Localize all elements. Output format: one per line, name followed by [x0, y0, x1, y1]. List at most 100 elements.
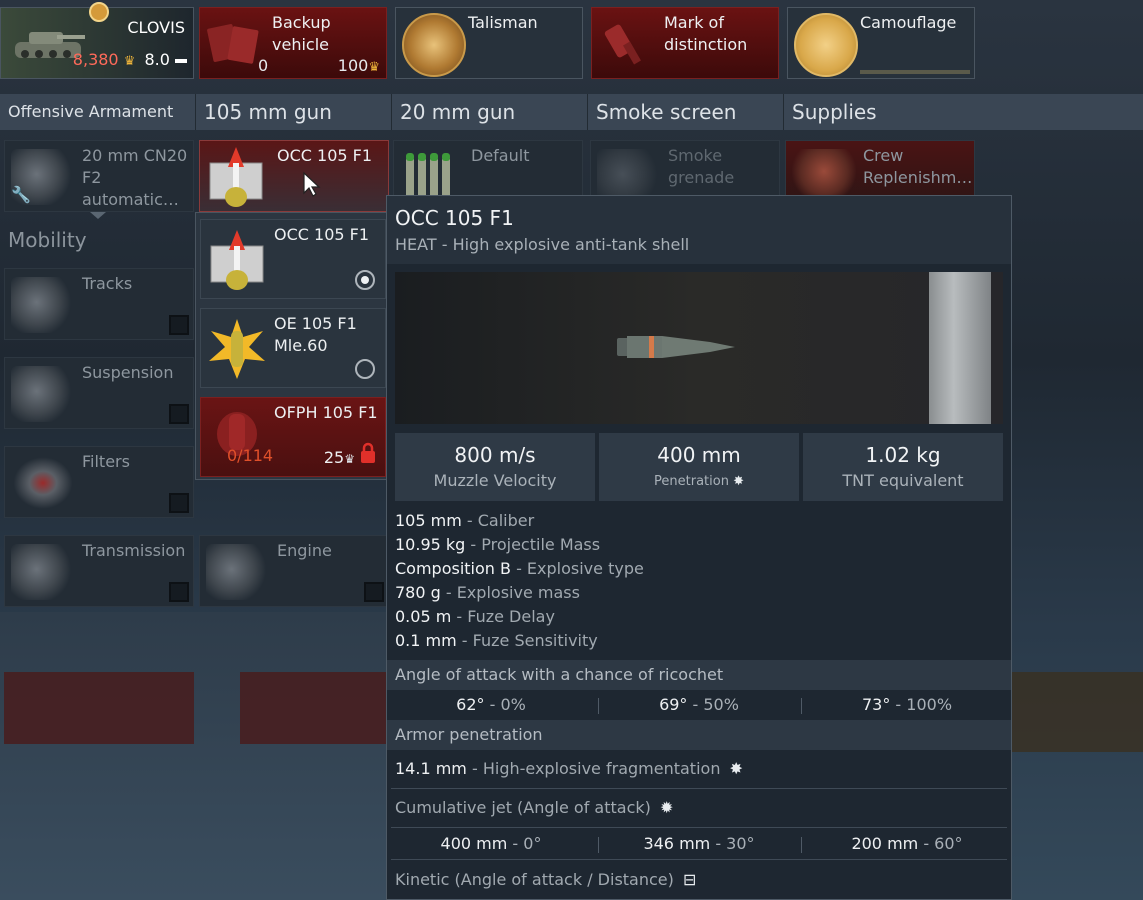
background-panel	[0, 612, 386, 900]
mobility-title: Mobility	[8, 228, 87, 252]
module-suspension[interactable]: Suspension	[4, 357, 194, 429]
divider	[391, 788, 1007, 789]
engine-icon	[206, 544, 270, 600]
eagle-icon: ♛	[368, 60, 380, 75]
ammo-option-oe[interactable]: OE 105 F1 Mle.60	[200, 308, 386, 388]
ammo-radio-selected[interactable]	[355, 270, 375, 290]
weapon-categories: Offensive Armament 105 mm gun 20 mm gun …	[0, 94, 1143, 130]
ammo-radio[interactable]	[355, 359, 375, 379]
suspension-label: Suspension	[82, 363, 174, 382]
category-20mm-gun: 20 mm gun	[392, 94, 588, 130]
stat-value: 800 m/s	[454, 443, 536, 467]
backup-count: 0	[258, 56, 269, 75]
heat-shell-icon	[204, 145, 268, 209]
filters-checkbox[interactable]	[169, 493, 189, 513]
mark-label: Mark of distinction	[664, 13, 748, 54]
backup-vehicle-icon	[206, 18, 264, 68]
fragmentation-icon: ✸	[729, 759, 743, 778]
tooltip-header: OCC 105 F1 HEAT - High explosive anti-ta…	[387, 196, 1011, 264]
lock-icon	[359, 442, 377, 464]
category-supplies: Supplies	[792, 100, 877, 124]
ricochet-values: 62° - 0% 69° - 50% 73° - 100%	[456, 695, 953, 714]
module-transmission[interactable]: Transmission	[4, 535, 194, 607]
camouflage-slot[interactable]: Camouflage	[787, 7, 975, 79]
shell-preview-image	[395, 272, 1003, 424]
talisman-label: Talisman	[468, 13, 538, 32]
stat-value: 1.02 kg	[865, 443, 941, 467]
prop-fuze-sensitivity: 0.1 mm - Fuze Sensitivity	[395, 631, 598, 650]
vehicle-slot[interactable]: CLOVIS 8,380 ♛ 8.0	[0, 2, 194, 79]
module-occ-105-active[interactable]: OCC 105 F1	[199, 140, 389, 212]
ammo-option-occ[interactable]: OCC 105 F1	[200, 219, 386, 299]
transmission-checkbox[interactable]	[169, 582, 189, 602]
tracks-icon	[11, 277, 75, 333]
jet-icon: ✹	[659, 798, 674, 817]
he-fragmentation-row: 14.1 mm - High-explosive fragmentation ✸	[395, 759, 743, 778]
armor-penetration-header: Armor penetration	[387, 720, 1011, 750]
module-engine[interactable]: Engine	[199, 535, 389, 607]
stat-value: 400 mm	[657, 443, 741, 467]
divider	[391, 827, 1007, 828]
divider	[391, 859, 1007, 860]
backup-vehicle-slot[interactable]: Backup vehicle 0 100♛	[199, 7, 387, 79]
filters-label: Filters	[82, 452, 130, 471]
default-ammo-label: Default	[471, 146, 530, 165]
module-cn20[interactable]: 🔧 20 mm CN20 F2 automatic…	[4, 140, 194, 212]
rank-dash-icon	[175, 58, 187, 63]
ammo-option-label: OE 105 F1 Mle.60	[274, 314, 357, 355]
armor-plate	[929, 272, 991, 424]
cumulative-jet-title: Cumulative jet (Angle of attack) ✹	[395, 798, 674, 817]
tooltip-title: OCC 105 F1	[395, 206, 514, 230]
background-cell	[4, 672, 194, 744]
eagle-icon: ♛	[344, 452, 355, 466]
he-shell-icon	[205, 317, 269, 381]
selected-arrow-icon	[90, 212, 106, 219]
camouflage-label: Camouflage	[860, 13, 957, 32]
vehicle-name: CLOVIS	[127, 18, 185, 37]
ammo-cost: 25	[323, 448, 345, 467]
stat-tnt: 1.02 kg TNT equivalent	[803, 433, 1003, 501]
ammo-dropdown: OCC 105 F1 OE 105 F1 Mle.60 OFPH 105 F1 …	[195, 212, 387, 480]
tracks-label: Tracks	[82, 274, 133, 293]
prop-explosive-type: Composition B - Explosive type	[395, 559, 644, 578]
filters-icon	[11, 455, 75, 511]
wrench-icon: 🔧	[11, 185, 31, 204]
engine-label: Engine	[277, 541, 332, 560]
tracks-checkbox[interactable]	[169, 315, 189, 335]
ricochet-angle: 62°	[456, 695, 485, 714]
research-progress: 0/114	[227, 446, 274, 465]
stat-name: TNT equivalent	[842, 471, 964, 490]
heat-shell-icon	[205, 228, 269, 292]
ammo-option-ofph[interactable]: OFPH 105 F1 0/114 25♛	[200, 397, 386, 477]
camouflage-progress	[860, 70, 970, 74]
stat-name: Muzzle Velocity	[433, 471, 557, 490]
backup-vehicle-label: Backup vehicle	[272, 13, 331, 54]
stat-name: Penetration	[654, 474, 729, 489]
eagle-icon: ♛	[123, 54, 136, 69]
talisman-slot[interactable]: Talisman	[395, 7, 583, 79]
smoke-grenade-label: Smoke grenade	[668, 146, 735, 187]
kinetic-title: Kinetic (Angle of attack / Distance) ⊟	[395, 870, 697, 889]
ricochet-header: Angle of attack with a chance of ricoche…	[387, 660, 1011, 690]
background-cell	[240, 672, 386, 744]
engine-checkbox[interactable]	[364, 582, 384, 602]
shell-projectile-icon	[615, 332, 739, 366]
suspension-checkbox[interactable]	[169, 404, 189, 424]
jet-values: 400 mm - 0° 346 mm - 30° 200 mm - 60°	[440, 834, 963, 853]
tooltip-subtitle: HEAT - High explosive anti-tank shell	[395, 235, 690, 254]
talisman-icon	[402, 13, 466, 77]
background-cell	[1012, 672, 1143, 752]
module-filters[interactable]: Filters	[4, 446, 194, 518]
camouflage-icon	[794, 13, 858, 77]
prop-caliber: 105 mm - Caliber	[395, 511, 535, 530]
mark-of-distinction-slot[interactable]: Mark of distinction	[591, 7, 779, 79]
ammo-option-label: OFPH 105 F1	[274, 403, 378, 422]
prop-fuze-delay: 0.05 m - Fuze Delay	[395, 607, 555, 626]
ammo-option-label: OCC 105 F1	[274, 225, 370, 244]
ricochet-angle: 73°	[861, 695, 891, 714]
category-offensive-armament: Offensive Armament	[0, 94, 196, 130]
stat-muzzle-velocity: 800 m/s Muzzle Velocity	[395, 433, 595, 501]
module-tracks[interactable]: Tracks	[4, 268, 194, 340]
suspension-icon	[11, 366, 75, 422]
vehicle-price: 8,380	[72, 50, 119, 69]
